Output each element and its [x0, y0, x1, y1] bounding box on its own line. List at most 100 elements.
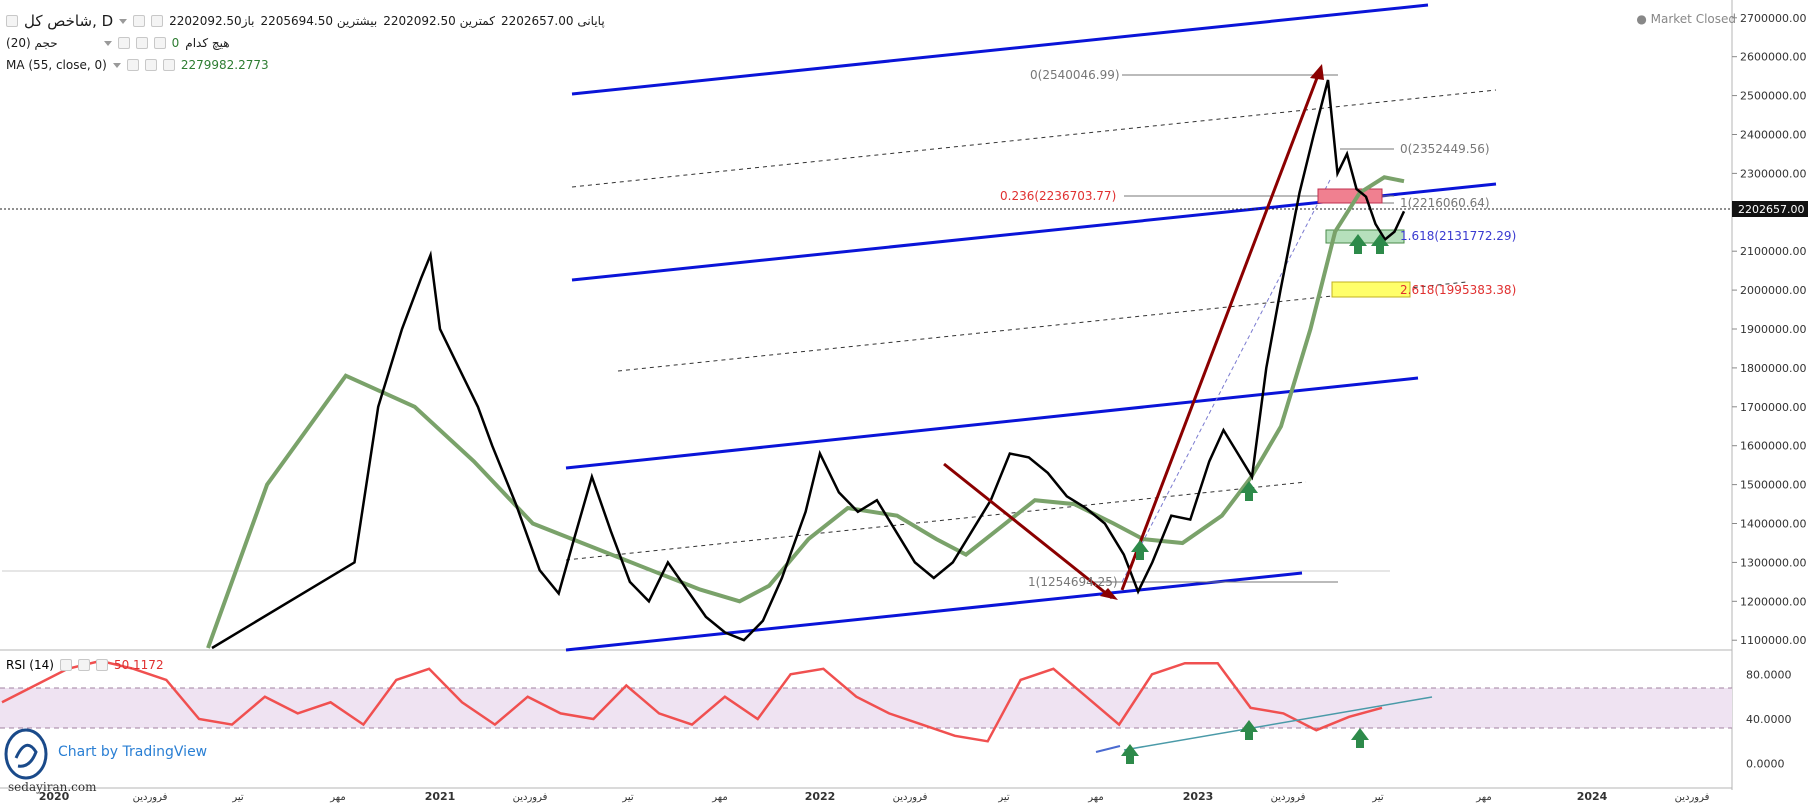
close-label: پایانی — [577, 14, 605, 28]
ma-line — [206, 175, 1405, 649]
volume-label: حجم (20) — [6, 36, 58, 50]
green-arrow-icon — [1121, 744, 1139, 764]
ma-label: MA (55, close, 0) — [6, 58, 107, 72]
close-value: 2202657.00 — [500, 14, 574, 28]
x-tick-label: فروردین — [133, 792, 168, 803]
x-tick-label: تیر — [621, 792, 634, 803]
chevron-down-icon[interactable] — [112, 62, 121, 68]
trend-arrows[interactable] — [943, 64, 1324, 600]
x-tick-label: تیر — [997, 792, 1010, 803]
low-label: کمترین — [459, 14, 495, 28]
settings-icon[interactable] — [59, 659, 72, 671]
eye-icon[interactable] — [77, 659, 90, 671]
rsi-axis[interactable]: 80.0000 40.0000 0.0000 — [1746, 668, 1792, 770]
tradingview-credit[interactable]: Chart by TradingView — [58, 744, 207, 760]
header-row-ma: MA (55, close, 0) 2279982.2773 — [6, 58, 269, 72]
x-tick-label: فروردین — [893, 792, 928, 803]
trend-channel[interactable] — [565, 3, 1497, 652]
fib-box-red[interactable] — [1317, 188, 1383, 204]
fib-label-top-b: 0(2352449.56) — [1400, 142, 1490, 156]
x-tick-label: 2022 — [805, 790, 836, 803]
y-tick-label: 2100000.00 — [1740, 245, 1806, 258]
chevron-down-icon[interactable] — [103, 40, 112, 46]
close-icon[interactable] — [162, 59, 175, 71]
fib-label-1b: 1(1254694.25) — [1028, 575, 1118, 589]
rsi-tick-label: 80.0000 — [1746, 668, 1792, 681]
collapse-icon[interactable] — [6, 15, 18, 27]
x-tick-label: فروردین — [1271, 792, 1306, 803]
header-row-volume: حجم (20) 0 هیچ کدام — [6, 36, 230, 50]
y-tick-label: 1200000.00 — [1740, 595, 1806, 608]
settings-icon[interactable] — [133, 15, 146, 27]
x-tick-label: فروردین — [1675, 792, 1710, 803]
eye-icon[interactable] — [144, 59, 157, 71]
fib-diagonal — [1121, 179, 1331, 583]
arrow-up[interactable] — [1120, 69, 1322, 591]
price-axis[interactable]: 2700000.00 2600000.00 2500000.00 2400000.00… — [1732, 12, 1806, 647]
price-line — [211, 79, 1406, 650]
chevron-down-icon[interactable] — [119, 18, 128, 24]
arrow-up-head — [1310, 64, 1324, 80]
channel-midline-1 — [571, 89, 1497, 188]
y-tick-label: 2500000.00 — [1740, 90, 1806, 103]
rsi-value: 50.1172 — [113, 658, 164, 672]
settings-icon[interactable] — [117, 37, 130, 49]
rsi-arrow — [1095, 745, 1121, 753]
high-label: بیشترین — [336, 14, 378, 28]
y-tick-label: 1900000.00 — [1740, 323, 1806, 336]
x-tick-label: مهر — [711, 792, 727, 803]
green-arrow-icon — [1351, 728, 1369, 748]
y-tick-label: 2400000.00 — [1740, 128, 1806, 141]
eye-icon[interactable] — [135, 37, 148, 49]
watermark-text: sedayiran.com — [8, 780, 97, 794]
ohlc-low: کمترین 2202092.50 — [383, 14, 495, 28]
x-tick-label: 2024 — [1577, 790, 1608, 803]
y-tick-label: 1800000.00 — [1740, 362, 1806, 375]
y-tick-label: 2300000.00 — [1740, 167, 1806, 180]
channel-line-top[interactable] — [571, 3, 1429, 96]
symbol-title: شاخص کل, D — [24, 12, 114, 30]
fib-label-1618: 1.618(2131772.29) — [1400, 229, 1516, 243]
fib-lines — [2, 74, 1394, 583]
sedayiran-logo — [4, 728, 48, 780]
channel-line-bottom[interactable] — [565, 571, 1303, 652]
fib-label-0236: 0.236(2236703.77) — [1000, 189, 1116, 203]
x-tick-label: مهر — [1087, 792, 1103, 803]
close-icon[interactable] — [95, 659, 108, 671]
close-icon[interactable] — [153, 37, 166, 49]
market-status-text: Market Closed — [1650, 12, 1736, 26]
y-tick-label: 2700000.00 — [1740, 12, 1806, 25]
y-tick-label: 1600000.00 — [1740, 440, 1806, 453]
ohlc-high: بیشترین 2205694.50 — [260, 14, 377, 28]
fib-label-top-a: 0(2540046.99) — [1030, 68, 1120, 82]
y-tick-label: 1300000.00 — [1740, 556, 1806, 569]
rsi-header: RSI (14) 50.1172 — [6, 658, 164, 672]
ma-value: 2279982.2773 — [180, 58, 269, 72]
price-chart[interactable]: 0(2540046.99) 0(2352449.56) 0.236(223670… — [0, 0, 1808, 805]
y-tick-label: 2600000.00 — [1740, 51, 1806, 64]
x-tick-label: مهر — [329, 792, 345, 803]
none-label: هیچ کدام — [185, 36, 230, 50]
time-axis[interactable]: 2020 فروردین تیر مهر 2021 فروردین تیر مهر 2022 فر… — [39, 790, 1710, 803]
volume-value: 0 — [171, 36, 180, 50]
y-tick-label: 1100000.00 — [1740, 634, 1806, 647]
ohlc-close: پایانی 2202657.00 — [501, 14, 605, 28]
y-tick-label: 2000000.00 — [1740, 284, 1806, 297]
x-tick-label: فروردین — [513, 792, 548, 803]
open-label: باز — [241, 14, 255, 28]
header-row-main: شاخص کل, D باز2202092.50 بیشترین 2205694… — [6, 12, 605, 30]
eye-icon[interactable] — [151, 15, 164, 27]
fib-label-2618: 2.618(1995383.38) — [1400, 283, 1516, 297]
x-tick-label: مهر — [1475, 792, 1491, 803]
rsi-label: RSI (14) — [6, 658, 54, 672]
open-value: 2202092.50 — [169, 14, 242, 28]
y-tick-label: 1500000.00 — [1740, 479, 1806, 492]
x-tick-label: 2021 — [425, 790, 456, 803]
rsi-tick-label: 40.0000 — [1746, 713, 1792, 726]
y-tick-label: 1700000.00 — [1740, 401, 1806, 414]
channel-midlines — [565, 89, 1497, 561]
settings-icon[interactable] — [126, 59, 139, 71]
y-tick-label: 1400000.00 — [1740, 518, 1806, 531]
fib-box-yellow[interactable] — [1331, 281, 1411, 298]
high-value: 2205694.50 — [260, 14, 334, 28]
